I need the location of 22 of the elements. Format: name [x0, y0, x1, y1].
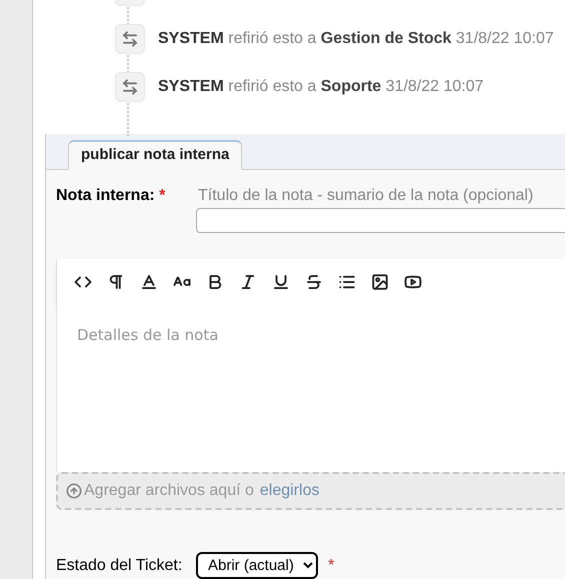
timeline-entry: SYSTEM refirió esto a Gestion de Stock 31/8/22 10:07: [158, 29, 554, 49]
transfer-icon: [115, 72, 145, 102]
underline-icon[interactable]: [272, 272, 290, 290]
pilcrow-icon[interactable]: [107, 272, 125, 290]
field-label: Estado del Ticket:: [56, 556, 184, 576]
file-dropzone[interactable]: Agregar archivos aquí o elegirlos: [56, 472, 565, 510]
title-input-field[interactable]: [196, 208, 565, 233]
text-color-icon[interactable]: [140, 272, 158, 290]
required-mark: *: [328, 556, 334, 576]
transfer-icon: [115, 24, 145, 54]
image-icon[interactable]: [371, 272, 389, 290]
dropzone-text: Agregar archivos aquí o: [84, 481, 254, 501]
timeline-icon-box: [115, 0, 145, 6]
timeline-entry: SYSTEM refirió esto a Soporte 31/8/22 10:07: [158, 77, 484, 97]
italic-icon[interactable]: [239, 272, 257, 290]
status-select[interactable]: Abrir (actual): [196, 552, 318, 579]
field-hint: Título de la nota - sumario de la nota (opcional): [197, 186, 534, 206]
choose-files-link[interactable]: elegirlos: [260, 479, 320, 503]
strikethrough-icon[interactable]: [305, 272, 323, 290]
upload-icon: [66, 483, 82, 499]
tab[interactable]: publicar nota interna: [68, 140, 242, 170]
field-label: Nota interna: *: [56, 186, 166, 206]
